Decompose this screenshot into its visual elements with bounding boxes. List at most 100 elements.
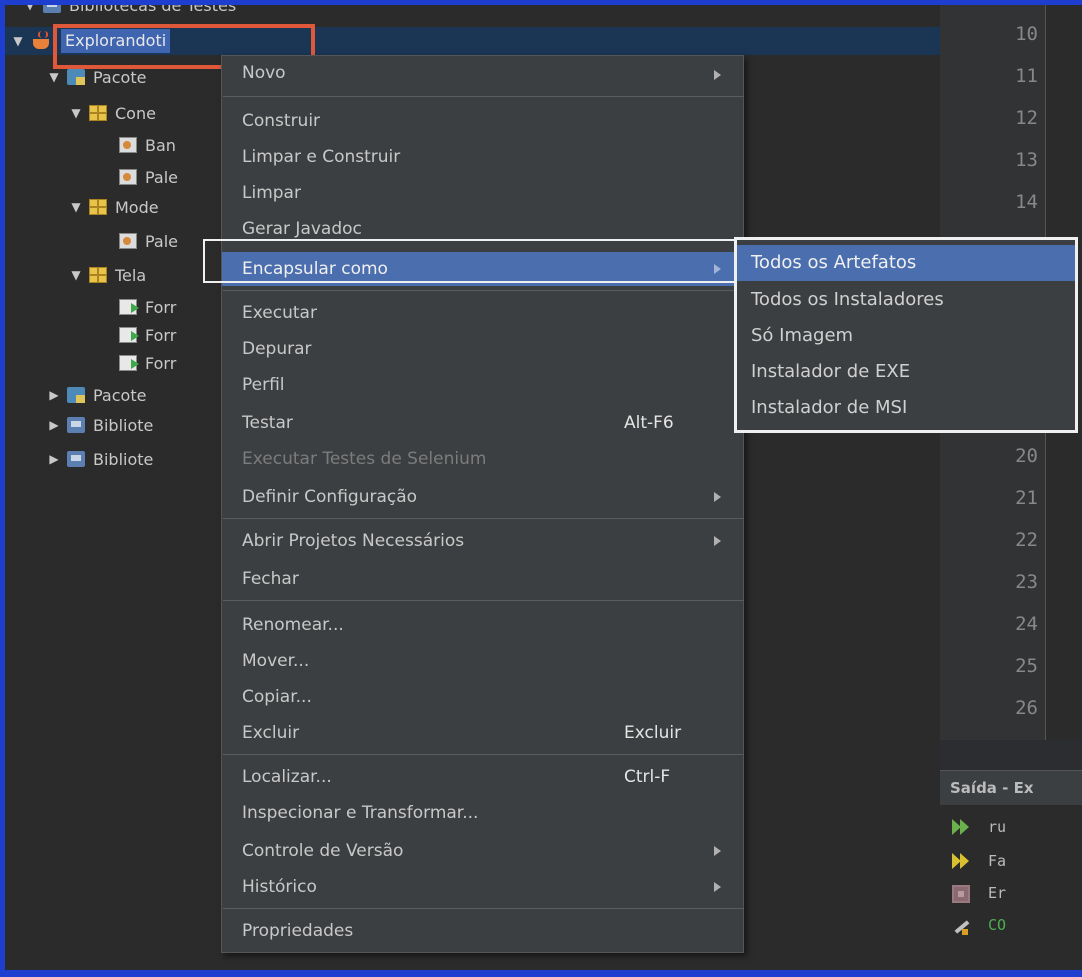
encapsular-submenu[interactable]: Todos os Artefatos Todos os Instaladores… [734, 237, 1078, 433]
menu-item-executar[interactable]: Executar [222, 296, 743, 330]
screenshot-frame: ▼ Bibliotecas de Testes ▼ Explorandoti ▼… [0, 0, 1082, 977]
line-number: 26 [1015, 697, 1038, 719]
menu-separator [223, 600, 744, 601]
menu-item-abrir-projetos[interactable]: Abrir Projetos Necessários [222, 524, 743, 558]
tree-row[interactable]: Ban [119, 131, 176, 159]
tree-row-project[interactable]: ▼ Explorandoti [5, 27, 940, 55]
menu-item-localizar[interactable]: Localizar... Ctrl-F [222, 760, 743, 794]
menu-item-label: Novo [242, 63, 286, 83]
tree-row-label: Forr [145, 353, 177, 373]
submenu-item-instalador-msi[interactable]: Instalador de MSI [737, 390, 1075, 426]
collapse-arrow-icon[interactable]: ▶ [47, 418, 61, 432]
output-line: CO [988, 916, 1007, 934]
tree-row-label: Pacote [93, 385, 147, 405]
menu-separator [223, 96, 744, 97]
tree-row-partial[interactable]: ▼ Bibliotecas de Testes [23, 5, 236, 19]
expand-arrow-icon[interactable]: ▼ [69, 268, 83, 282]
line-number: 22 [1015, 529, 1038, 551]
tree-row-label: Pale [145, 167, 179, 187]
tree-row[interactable]: Forr [119, 349, 176, 377]
rerun-icon[interactable] [952, 817, 972, 837]
menu-item-copiar[interactable]: Copiar... [222, 680, 743, 714]
submenu-item-label: Todos os Instaladores [751, 289, 944, 310]
menu-item-propriedades[interactable]: Propriedades [222, 914, 743, 948]
line-number: 11 [1015, 65, 1038, 87]
tree-row[interactable]: Pale [119, 227, 178, 255]
context-menu[interactable]: Novo Construir Limpar e Construir Limpar… [221, 55, 744, 953]
menu-item-inspecionar-transformar[interactable]: Inspecionar e Transformar... [222, 796, 743, 830]
library-icon [67, 451, 85, 467]
tree-row[interactable]: ▼ Cone [69, 99, 156, 127]
expand-arrow-icon[interactable]: ▼ [69, 200, 83, 214]
submenu-item-so-imagem[interactable]: Só Imagem [737, 318, 1075, 354]
tree-row[interactable]: Forr [119, 321, 176, 349]
menu-item-limpar-construir[interactable]: Limpar e Construir [222, 140, 743, 174]
submenu-arrow-icon [714, 492, 721, 502]
menu-item-novo[interactable]: Novo [222, 58, 743, 88]
menu-item-limpar[interactable]: Limpar [222, 176, 743, 210]
menu-item-label: Renomear... [242, 615, 344, 635]
tree-row[interactable]: ▼ Tela [69, 261, 146, 289]
rerun-with-params-icon[interactable] [952, 851, 972, 871]
package-icon [89, 199, 107, 215]
menu-item-controle-versao[interactable]: Controle de Versão [222, 834, 743, 868]
submenu-item-todos-artefatos[interactable]: Todos os Artefatos [737, 245, 1075, 281]
output-tab[interactable]: Saída - Ex [940, 771, 1082, 805]
menu-item-label: Definir Configuração [242, 487, 418, 507]
menu-separator [223, 908, 744, 909]
tree-row[interactable]: Forr [119, 293, 176, 321]
tree-row-label: Bibliotecas de Testes [69, 5, 237, 15]
expand-arrow-icon[interactable]: ▼ [47, 70, 61, 84]
menu-item-historico[interactable]: Histórico [222, 870, 743, 904]
tree-row[interactable]: ▼ Pacote [47, 63, 146, 91]
menu-item-renomear[interactable]: Renomear... [222, 608, 743, 642]
menu-item-depurar[interactable]: Depurar [222, 332, 743, 366]
menu-item-label: Depurar [242, 339, 312, 359]
menu-item-testar[interactable]: Testar Alt-F6 [222, 406, 743, 440]
expand-arrow-icon[interactable]: ▼ [69, 106, 83, 120]
menu-item-label: Perfil [242, 375, 285, 395]
java-project-icon [31, 31, 53, 51]
tree-row[interactable]: Pale [119, 163, 178, 191]
submenu-item-instalador-exe[interactable]: Instalador de EXE [737, 354, 1075, 390]
submenu-item-label: Instalador de MSI [751, 397, 908, 418]
menu-item-fechar[interactable]: Fechar [222, 562, 743, 596]
package-icon [89, 105, 107, 121]
form-icon [119, 327, 139, 343]
menu-item-definir-configuracao[interactable]: Definir Configuração [222, 480, 743, 514]
source-folder-icon [67, 69, 85, 85]
menu-item-label: Fechar [242, 569, 299, 589]
stop-icon[interactable] [952, 885, 970, 903]
menu-item-gerar-javadoc[interactable]: Gerar Javadoc [222, 212, 743, 246]
submenu-arrow-icon [714, 882, 721, 892]
tree-row[interactable]: ▶ Pacote [47, 381, 146, 409]
menu-item-mover[interactable]: Mover... [222, 644, 743, 678]
submenu-item-todos-instaladores[interactable]: Todos os Instaladores [737, 282, 1075, 318]
line-number: 13 [1015, 149, 1038, 171]
output-line: Er [988, 884, 1007, 902]
package-icon [89, 267, 107, 283]
expand-arrow-icon[interactable]: ▼ [11, 34, 25, 48]
menu-item-label: Executar [242, 303, 317, 323]
collapse-arrow-icon[interactable]: ▶ [47, 388, 61, 402]
line-number: 10 [1015, 23, 1038, 45]
menu-item-construir[interactable]: Construir [222, 104, 743, 138]
menu-item-excluir[interactable]: Excluir Excluir [222, 716, 743, 750]
expand-arrow-icon[interactable]: ▼ [23, 5, 37, 12]
menu-item-perfil[interactable]: Perfil [222, 368, 743, 402]
tree-row[interactable]: ▶ Bibliote [47, 445, 153, 473]
output-panel[interactable]: Saída - Ex ru Fa Er CO [940, 770, 1082, 970]
tree-row-label: Pale [145, 231, 179, 251]
tree-row[interactable]: ▼ Mode [69, 193, 158, 221]
menu-item-label: Construir [242, 111, 321, 131]
form-icon [119, 299, 139, 315]
line-number: 12 [1015, 107, 1038, 129]
output-line: ru [988, 818, 1007, 836]
menu-item-encapsular-como[interactable]: Encapsular como [222, 252, 743, 286]
menu-separator [223, 754, 744, 755]
tree-row-label: Ban [145, 135, 176, 155]
collapse-arrow-icon[interactable]: ▶ [47, 452, 61, 466]
tree-row[interactable]: ▶ Bibliote [47, 411, 153, 439]
java-class-icon [119, 233, 137, 249]
settings-wrench-icon[interactable] [952, 917, 972, 937]
